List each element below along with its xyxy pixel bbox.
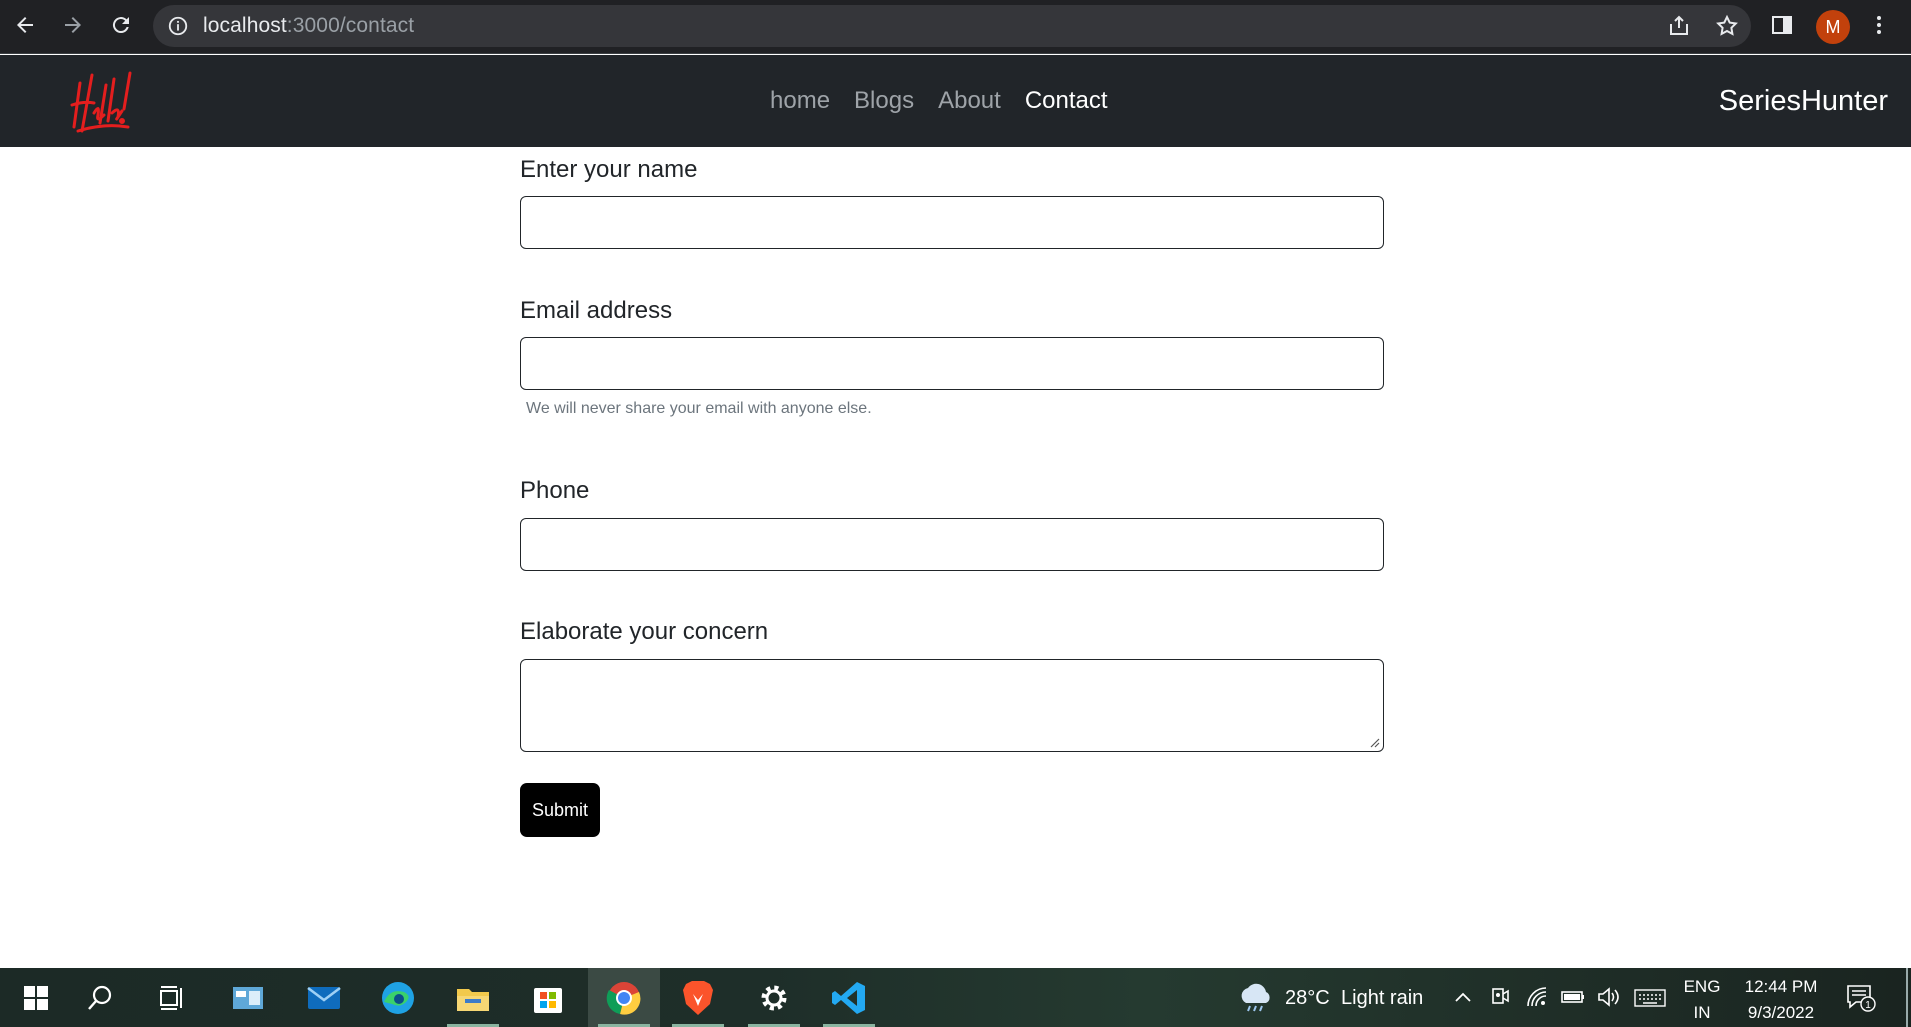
browser-toolbar: localhost:3000/contact M: [0, 0, 1911, 54]
brand-title[interactable]: SeriesHunter: [1719, 55, 1888, 147]
battery-icon[interactable]: [1560, 988, 1586, 1006]
widgets-button[interactable]: [212, 968, 284, 1027]
browser-menu-button[interactable]: [1862, 8, 1896, 42]
windows-taskbar: 28°C Light rain ENG IN 12:44 PM 9/3/2022…: [0, 968, 1911, 1027]
chevron-up-icon[interactable]: [1454, 990, 1472, 1004]
file-explorer-button[interactable]: [437, 968, 509, 1027]
settings-button[interactable]: [738, 968, 810, 1027]
notification-count: 1: [1865, 1000, 1871, 1011]
nav-link-about[interactable]: About: [926, 87, 1013, 115]
site-navbar: home Blogs About Contact SeriesHunter: [0, 55, 1911, 147]
weather-desc[interactable]: Light rain: [1341, 987, 1423, 1010]
forward-button[interactable]: [56, 8, 90, 42]
nav-links: home Blogs About Contact: [758, 55, 1120, 147]
edge-button[interactable]: [362, 968, 434, 1027]
store-icon: [534, 987, 562, 1013]
back-button[interactable]: [8, 8, 42, 42]
meet-now-icon[interactable]: [1490, 986, 1510, 1008]
url-text: localhost:3000/contact: [203, 14, 414, 38]
share-icon[interactable]: [1655, 14, 1703, 38]
nav-link-blogs[interactable]: Blogs: [842, 87, 926, 115]
weather-cloud-rain-icon[interactable]: [1236, 981, 1274, 1013]
arrow-left-icon: [17, 17, 33, 33]
reload-icon: [112, 17, 129, 34]
bookmark-star-icon[interactable]: [1703, 14, 1751, 38]
language-region[interactable]: IN: [1681, 1003, 1723, 1023]
weather-temp[interactable]: 28°C: [1285, 987, 1330, 1010]
brave-button[interactable]: [662, 968, 734, 1027]
windows-start-icon: [24, 985, 48, 1010]
widgets-icon: [233, 986, 263, 1009]
chrome-icon: [606, 981, 641, 1015]
address-bar[interactable]: localhost:3000/contact: [153, 5, 1751, 47]
concern-textarea[interactable]: [520, 659, 1384, 752]
nav-link-contact[interactable]: Contact: [1013, 87, 1120, 115]
email-help-text: We will never share your email with anyo…: [526, 400, 872, 417]
mail-icon: [307, 986, 341, 1009]
file-explorer-icon: [457, 988, 489, 1011]
brave-icon: [683, 980, 713, 1015]
mail-button[interactable]: [288, 968, 360, 1027]
notification-icon[interactable]: 1: [1846, 984, 1876, 1012]
task-view-button[interactable]: [136, 968, 208, 1027]
search-button[interactable]: [64, 968, 136, 1027]
url-path: :3000/contact: [286, 14, 415, 37]
omnibox-actions: [1655, 5, 1751, 47]
vscode-button[interactable]: [813, 968, 885, 1027]
name-input[interactable]: [520, 196, 1384, 249]
task-view-icon: [160, 985, 182, 1010]
phone-input[interactable]: [520, 518, 1384, 571]
kebab-menu-icon: [1877, 16, 1881, 34]
language-code[interactable]: ENG: [1681, 977, 1723, 997]
vscode-icon: [832, 981, 865, 1014]
profile-avatar[interactable]: M: [1816, 10, 1850, 44]
clock-time[interactable]: 12:44 PM: [1736, 977, 1826, 997]
arrow-right-icon: [65, 17, 81, 33]
start-button[interactable]: [0, 968, 72, 1027]
chrome-button[interactable]: [588, 968, 660, 1027]
show-desktop-button[interactable]: [1906, 968, 1908, 1027]
email-label: Email address: [520, 297, 673, 324]
phone-label: Phone: [520, 477, 590, 504]
reload-button[interactable]: [104, 8, 138, 42]
url-host: localhost: [203, 14, 287, 37]
name-label: Enter your name: [520, 156, 698, 183]
side-panel-icon: [1772, 16, 1792, 34]
wifi-icon[interactable]: [1526, 986, 1548, 1008]
nav-link-home[interactable]: home: [758, 87, 842, 115]
concern-label: Elaborate your concern: [520, 618, 769, 645]
keyboard-icon[interactable]: [1634, 988, 1666, 1008]
edge-icon: [382, 981, 414, 1014]
clock-date[interactable]: 9/3/2022: [1736, 1003, 1826, 1023]
volume-icon[interactable]: [1596, 986, 1622, 1008]
info-icon[interactable]: [167, 15, 189, 37]
hello-logo[interactable]: [68, 65, 138, 137]
store-button[interactable]: [512, 968, 584, 1027]
side-panel-button[interactable]: [1765, 8, 1799, 42]
submit-button[interactable]: Submit: [520, 783, 600, 837]
gear-icon: [761, 985, 787, 1010]
resize-handle-icon[interactable]: [1368, 736, 1380, 748]
search-icon: [88, 985, 112, 1010]
email-input[interactable]: [520, 337, 1384, 390]
